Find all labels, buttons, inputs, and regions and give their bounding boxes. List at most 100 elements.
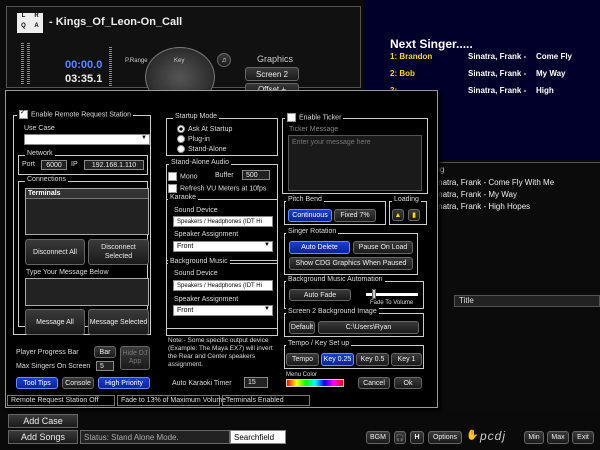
speaker-assignment-label: Speaker Assignment xyxy=(174,231,239,238)
sound-device-label: Sound Device xyxy=(174,207,218,214)
singer-song: My Way xyxy=(536,69,566,78)
console-button[interactable]: Console xyxy=(62,377,94,389)
tempo-button[interactable]: Tempo xyxy=(286,353,319,366)
auto-delete-button[interactable]: Auto Delete xyxy=(289,241,350,254)
buffer-label: Buffer xyxy=(215,172,234,179)
chevron-down-icon: ▼ xyxy=(264,306,270,312)
karaoke-speaker-select[interactable]: Front ▼ xyxy=(173,241,273,252)
screen2-bg-label: Screen 2 Background Image xyxy=(286,308,379,315)
logo-letter: A xyxy=(34,23,39,29)
singer-name: Brandon xyxy=(399,52,433,61)
ip-input[interactable]: 192.168.1.110 xyxy=(84,160,144,170)
checkbox-icon xyxy=(287,113,296,122)
warning-icon[interactable]: ▲ xyxy=(392,209,404,221)
startup-ask-radio[interactable]: Ask At Startup xyxy=(177,125,232,133)
vu-meter xyxy=(27,43,30,85)
options-button[interactable]: Options xyxy=(428,431,462,444)
list-item[interactable]: Sinatra, Frank - Come Fly With Me xyxy=(431,178,554,187)
auto-fade-button[interactable]: Auto Fade xyxy=(289,289,351,301)
pause-on-load-button[interactable]: Pause On Load xyxy=(353,241,413,254)
bg-automation-label: Background Music Automation xyxy=(286,276,385,283)
enable-remote-checkbox[interactable]: Enable Remote Request Station xyxy=(17,110,134,119)
chevron-down-icon: ▼ xyxy=(141,135,147,141)
bgm-speaker-select[interactable]: Front ▼ xyxy=(173,305,273,316)
buffer-stepper[interactable]: 500 xyxy=(242,170,270,180)
message-input[interactable] xyxy=(25,278,149,306)
status-terminals: Terminals Enabled xyxy=(222,395,310,406)
tool-tips-button[interactable]: Tool Tips xyxy=(16,377,58,389)
terminals-header: Terminals xyxy=(26,189,148,199)
options-dialog: Enable Remote Request Station Use Case ▼… xyxy=(5,90,438,408)
bgm-button[interactable]: BGM xyxy=(366,431,390,444)
karaoke-sound-device-select[interactable]: Speakers / Headphones (IDT Hi xyxy=(173,216,273,227)
default-button[interactable]: Default xyxy=(289,321,315,334)
minimize-button[interactable]: Min xyxy=(524,431,544,444)
fixed-button[interactable]: Fixed 7% xyxy=(334,209,376,222)
mono-checkbox[interactable]: Mono xyxy=(168,172,198,181)
loading-label: Loading xyxy=(392,196,421,203)
message-all-button[interactable]: Message All xyxy=(25,309,85,335)
bar-button[interactable]: Bar xyxy=(94,346,116,358)
headphones-icon[interactable]: 🎧 xyxy=(394,431,406,444)
slider-handle[interactable] xyxy=(372,289,376,299)
startup-plugin-radio[interactable]: Plug-in xyxy=(177,135,210,143)
key-025-button[interactable]: Key 0.25 xyxy=(321,353,354,366)
port-input[interactable]: 6000 xyxy=(41,160,67,170)
fade-volume-slider[interactable] xyxy=(366,289,418,299)
terminals-list[interactable]: Terminals xyxy=(25,188,149,235)
add-songs-button[interactable]: Add Songs xyxy=(8,430,78,444)
continuous-button[interactable]: Continuous xyxy=(288,209,332,222)
exit-button[interactable]: Exit xyxy=(572,431,594,444)
refresh-vu-checkbox[interactable]: Refresh VU Meters at 10fps xyxy=(168,184,266,193)
add-case-button[interactable]: Add Case xyxy=(8,414,78,428)
radio-icon xyxy=(177,125,185,133)
player-panel: L R Q A - Kings_Of_Leon-On_Call 00:00.0 … xyxy=(6,6,361,107)
enable-ticker-label: Enable Ticker xyxy=(299,114,342,122)
key-05-button[interactable]: Key 0.5 xyxy=(356,353,389,366)
bgm-speaker-value: Front xyxy=(177,307,194,314)
use-case-select[interactable]: ▼ xyxy=(24,134,150,145)
key-1-button[interactable]: Key 1 xyxy=(391,353,422,366)
maximize-button[interactable]: Max xyxy=(547,431,569,444)
bgm-sound-device-select[interactable]: Speakers / Headphones (IDT Hi xyxy=(173,280,273,291)
music-note-icon[interactable]: ♫ xyxy=(217,53,231,67)
singer-artist: Sinatra, Frank - xyxy=(468,86,527,95)
checkbox-icon xyxy=(19,110,28,119)
hide-dj-app-label: Hide DJ App xyxy=(122,350,148,365)
hide-dj-app-button[interactable]: Hide DJ App xyxy=(120,346,150,370)
bg-image-path-button[interactable]: C:\Users\Ryan xyxy=(318,321,419,334)
radio-icon xyxy=(177,135,185,143)
background-music-label: Background Music xyxy=(168,258,230,265)
enable-ticker-checkbox[interactable]: Enable Ticker xyxy=(285,113,344,122)
high-priority-button[interactable]: High Priority xyxy=(98,377,150,389)
ok-button[interactable]: Ok xyxy=(394,377,422,389)
disconnect-all-button[interactable]: Disconnect All xyxy=(25,239,85,265)
status-bar: Status: Stand Alone Mode. xyxy=(80,430,230,444)
startup-standalone-radio[interactable]: Stand-Alone xyxy=(177,145,227,153)
karaoke-label: Karaoke xyxy=(168,194,199,201)
dialog-status-bar: Remote Request Station Off Fade to 13% o… xyxy=(7,395,437,406)
search-input[interactable]: Searchfield xyxy=(230,430,286,444)
hand-icon: ✋ xyxy=(466,430,479,441)
autokaraoki-timer-stepper[interactable]: 15 xyxy=(244,377,268,388)
status-remote: Remote Request Station Off xyxy=(7,395,115,406)
use-case-label: Use Case xyxy=(24,125,55,132)
battery-icon[interactable]: ▮ xyxy=(408,209,420,221)
title-column-header[interactable]: Title xyxy=(454,295,600,307)
message-selected-button[interactable]: Message Selected xyxy=(88,309,149,335)
prange-label: P.Range xyxy=(125,58,148,64)
menu-color-picker[interactable] xyxy=(286,379,344,387)
cancel-button[interactable]: Cancel xyxy=(358,377,390,389)
h-button[interactable]: H xyxy=(410,431,424,444)
list-item[interactable]: Sinatra, Frank - My Way xyxy=(431,190,517,199)
screen2-button[interactable]: Screen 2 xyxy=(245,67,299,81)
time-elapsed: 00:00.0 xyxy=(65,59,103,71)
show-cdg-button[interactable]: Show CDG Graphics When Paused xyxy=(289,257,413,270)
max-singers-stepper[interactable]: 5 xyxy=(96,361,114,371)
chevron-down-icon: ▼ xyxy=(264,242,270,248)
next-singer-title: Next Singer..... xyxy=(390,37,473,51)
list-item[interactable]: Sinatra, Frank - High Hopes xyxy=(431,202,530,211)
ticker-message-input[interactable]: Enter your message here xyxy=(288,135,422,191)
disconnect-selected-button[interactable]: Disconnect Selected xyxy=(88,239,149,265)
vu-meter xyxy=(21,43,24,85)
